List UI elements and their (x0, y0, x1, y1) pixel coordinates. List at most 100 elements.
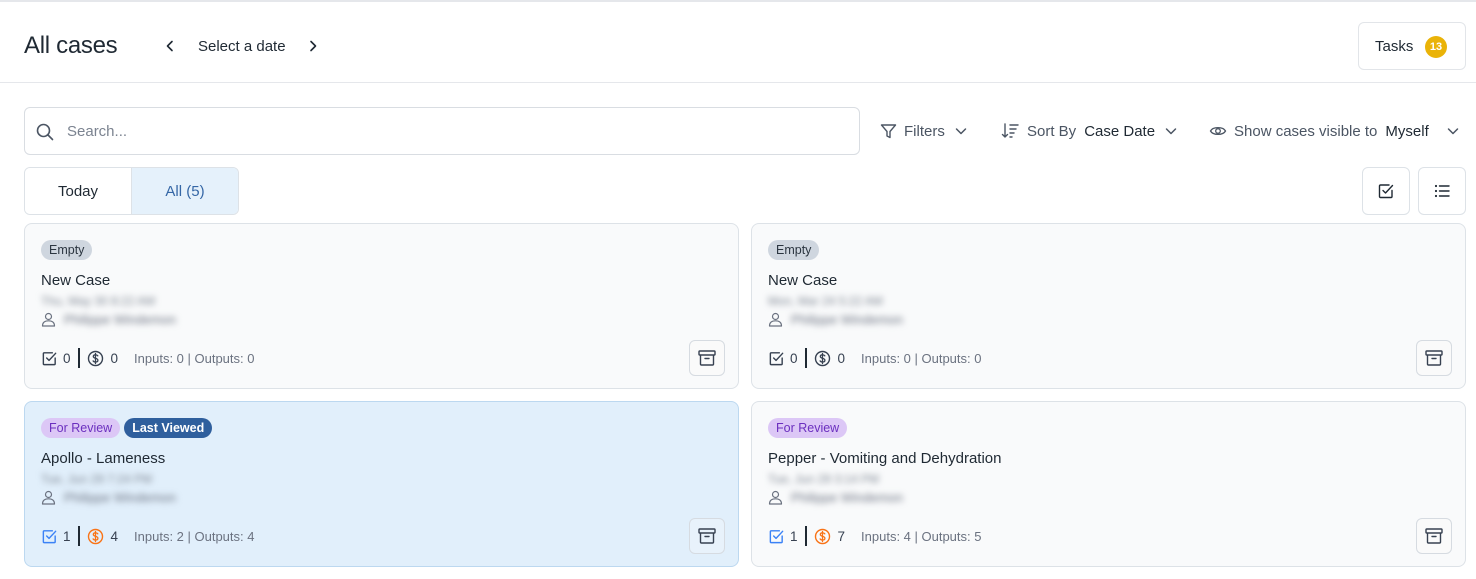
case-credit-count: 0 (837, 350, 846, 366)
case-date: Thu, May 30 8:22 AM (41, 294, 156, 308)
list-view-button[interactable] (1418, 167, 1466, 215)
case-inputs-outputs: Inputs: 0 | Outputs: 0 (134, 350, 255, 366)
dollar-coin-icon (87, 350, 103, 366)
case-owner: Philippe Windemon (41, 312, 176, 327)
case-title: Apollo - Lameness (41, 450, 166, 467)
case-inputs-outputs: Inputs: 0 | Outputs: 0 (861, 350, 982, 366)
dollar-coin-icon (87, 528, 103, 544)
archive-button[interactable] (689, 518, 725, 554)
archive-button[interactable] (1416, 518, 1452, 554)
case-owner: Philippe Windemon (768, 490, 903, 505)
case-stats: 1 7 Inputs: 4 | Outputs: 5 (768, 526, 981, 546)
date-picker-label[interactable]: Select a date (198, 38, 286, 55)
status-badge: For Review (41, 418, 121, 438)
case-credit-count: 0 (110, 350, 119, 366)
archive-icon (698, 350, 716, 366)
case-tabs: Today All (5) (24, 167, 239, 215)
case-card-1[interactable]: Empty New Case Thu, May 30 8:22 AM Phili… (24, 223, 739, 389)
case-title: New Case (768, 272, 838, 289)
status-badge: Empty (41, 240, 93, 260)
search-input[interactable] (67, 118, 847, 144)
filter-icon (880, 123, 897, 138)
case-card-2[interactable]: Empty New Case Mon, Mar 24 5:22 AM Phili… (751, 223, 1466, 389)
sort-value: Case Date (1084, 122, 1156, 140)
case-card-4[interactable]: For Review Pepper - Vomiting and Dehydra… (751, 401, 1466, 567)
sort-dropdown[interactable]: Sort By Case Date (1001, 119, 1177, 143)
stats-divider (77, 526, 80, 546)
tasks-label: Tasks (1375, 37, 1414, 55)
archive-icon (698, 528, 716, 544)
stats-divider (77, 348, 80, 368)
list-icon (1434, 184, 1450, 198)
sort-descending-icon (1001, 123, 1019, 138)
checkbox-icon (42, 351, 57, 365)
dollar-coin-icon (814, 528, 830, 544)
visibility-value: Myself (1385, 122, 1429, 140)
chevron-down-icon (1447, 128, 1458, 135)
tasks-button[interactable]: Tasks 13 (1358, 22, 1466, 70)
checkbox-icon (1378, 184, 1394, 199)
case-card-3[interactable]: For Review Last Viewed Apollo - Lameness … (24, 401, 739, 567)
page-header: All cases Select a date Tasks 13 (0, 0, 1476, 83)
case-owner-name: Philippe Windemon (64, 312, 177, 327)
tasks-count-badge: 13 (1425, 36, 1447, 58)
case-inputs-outputs: Inputs: 2 | Outputs: 4 (134, 528, 255, 544)
case-stats: 1 4 Inputs: 2 | Outputs: 4 (41, 526, 254, 546)
chevron-down-icon (1165, 128, 1177, 135)
stats-divider (804, 348, 807, 368)
case-task-count: 1 (63, 528, 71, 544)
case-owner-name: Philippe Windemon (64, 490, 177, 505)
user-icon (41, 312, 56, 327)
archive-button[interactable] (1416, 340, 1452, 376)
case-badges: For Review Last Viewed (41, 418, 213, 438)
visibility-dropdown[interactable]: Show cases visible to Myself (1209, 119, 1459, 143)
case-date: Tue, Jun 29 7:24 PM (41, 472, 152, 486)
tab-today[interactable]: Today (25, 168, 132, 214)
chevron-right-icon (310, 40, 317, 52)
search-box[interactable] (24, 107, 860, 155)
checkbox-icon (42, 529, 57, 543)
case-inputs-outputs: Inputs: 4 | Outputs: 5 (861, 528, 982, 544)
page-title: All cases (24, 32, 118, 59)
case-title: Pepper - Vomiting and Dehydration (768, 450, 1002, 467)
case-task-count: 0 (63, 350, 71, 366)
status-badge: For Review (768, 418, 848, 438)
case-date: Mon, Mar 24 5:22 AM (768, 294, 883, 308)
user-icon (768, 490, 783, 505)
user-icon (41, 490, 56, 505)
case-task-count: 0 (790, 350, 798, 366)
case-owner: Philippe Windemon (41, 490, 176, 505)
case-stats: 0 0 Inputs: 0 | Outputs: 0 (768, 348, 981, 368)
eye-icon (1209, 126, 1227, 136)
case-credit-count: 7 (837, 528, 846, 544)
tab-all[interactable]: All (5) (132, 168, 238, 214)
case-date: Tue, Jun 29 3:14 PM (768, 472, 879, 486)
archive-icon (1425, 350, 1443, 366)
next-date-button[interactable] (303, 36, 323, 56)
archive-icon (1425, 528, 1443, 544)
search-icon (36, 123, 54, 141)
chevron-left-icon (166, 40, 173, 52)
case-task-count: 1 (790, 528, 798, 544)
case-title: New Case (41, 272, 111, 289)
status-badge: Empty (768, 240, 820, 260)
dollar-coin-icon (814, 350, 830, 366)
status-badge: Last Viewed (124, 418, 213, 438)
sort-label: Sort By (1027, 122, 1077, 140)
case-credit-count: 4 (110, 528, 119, 544)
checkbox-icon (769, 351, 784, 365)
case-stats: 0 0 Inputs: 0 | Outputs: 0 (41, 348, 254, 368)
archive-button[interactable] (689, 340, 725, 376)
chevron-down-icon (955, 128, 967, 135)
case-owner-name: Philippe Windemon (791, 312, 904, 327)
filters-dropdown[interactable]: Filters (880, 119, 967, 143)
user-icon (768, 312, 783, 327)
select-mode-button[interactable] (1362, 167, 1410, 215)
case-badges: Empty (41, 240, 93, 260)
filters-label: Filters (904, 122, 945, 140)
case-owner: Philippe Windemon (768, 312, 903, 327)
case-owner-name: Philippe Windemon (791, 490, 904, 505)
case-badges: Empty (768, 240, 820, 260)
case-badges: For Review (768, 418, 848, 438)
previous-date-button[interactable] (160, 36, 180, 56)
